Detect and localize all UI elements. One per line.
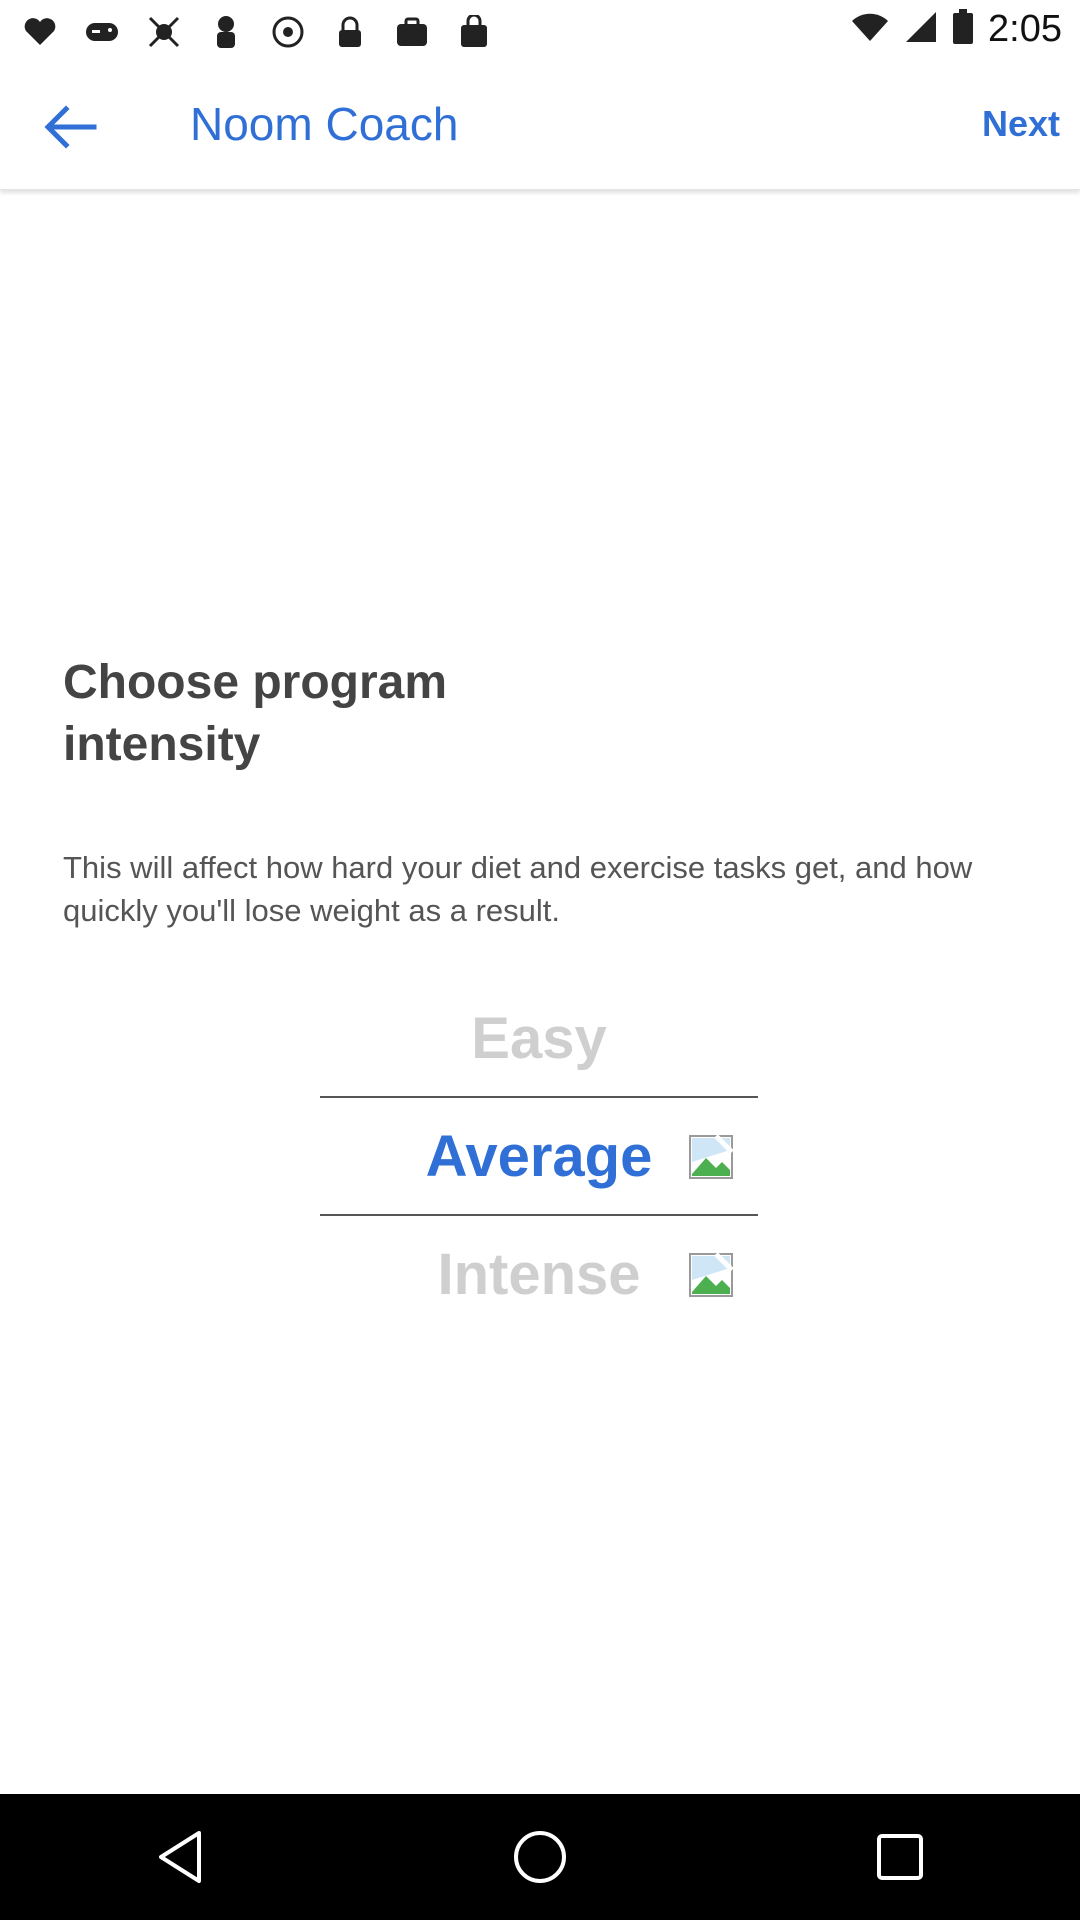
nav-back-button[interactable] xyxy=(135,1812,225,1902)
triangle-back-icon xyxy=(159,1831,201,1883)
app-title: Noom Coach xyxy=(190,98,459,150)
app-bar: Noom Coach Next xyxy=(0,63,1080,190)
status-time: 2:05 xyxy=(988,8,1062,50)
intensity-option-label: Intense xyxy=(437,1241,641,1307)
next-button[interactable]: Next xyxy=(982,103,1060,145)
intensity-option-easy[interactable]: Easy xyxy=(320,980,758,1096)
navigation-bar xyxy=(0,1794,1080,1920)
status-icons xyxy=(20,12,494,52)
status-right: 2:05 xyxy=(850,8,1062,51)
shopping-bag-icon xyxy=(454,12,494,52)
toolbox-icon xyxy=(392,12,432,52)
signal-icon xyxy=(904,10,938,49)
broken-image-icon xyxy=(688,1252,734,1298)
fake-gps-icon xyxy=(144,12,184,52)
intensity-picker[interactable]: Easy Average Intense xyxy=(320,980,758,1332)
back-button[interactable] xyxy=(30,87,110,167)
intensity-option-intense[interactable]: Intense xyxy=(320,1216,758,1332)
battery-icon xyxy=(952,9,974,50)
speed-icon xyxy=(268,12,308,52)
lock-icon xyxy=(330,12,370,52)
intensity-option-label: Easy xyxy=(471,1005,607,1071)
page-description: This will affect how hard your diet and … xyxy=(63,850,973,928)
notification-icon xyxy=(20,12,60,52)
status-bar: 2:05 xyxy=(0,0,1080,63)
circle-home-icon xyxy=(514,1831,566,1883)
broken-image-icon xyxy=(688,1134,734,1180)
security-icon xyxy=(206,12,246,52)
page-heading: Choose program intensity xyxy=(63,656,448,771)
arrow-left-icon xyxy=(44,105,97,149)
square-recents-icon xyxy=(877,1834,923,1880)
intensity-option-label: Average xyxy=(425,1123,653,1189)
wifi-icon xyxy=(850,11,890,48)
nav-home-button[interactable] xyxy=(495,1812,585,1902)
nav-recents-button[interactable] xyxy=(855,1812,945,1902)
gamepad-icon xyxy=(82,12,122,52)
intensity-option-average[interactable]: Average xyxy=(320,1098,758,1214)
